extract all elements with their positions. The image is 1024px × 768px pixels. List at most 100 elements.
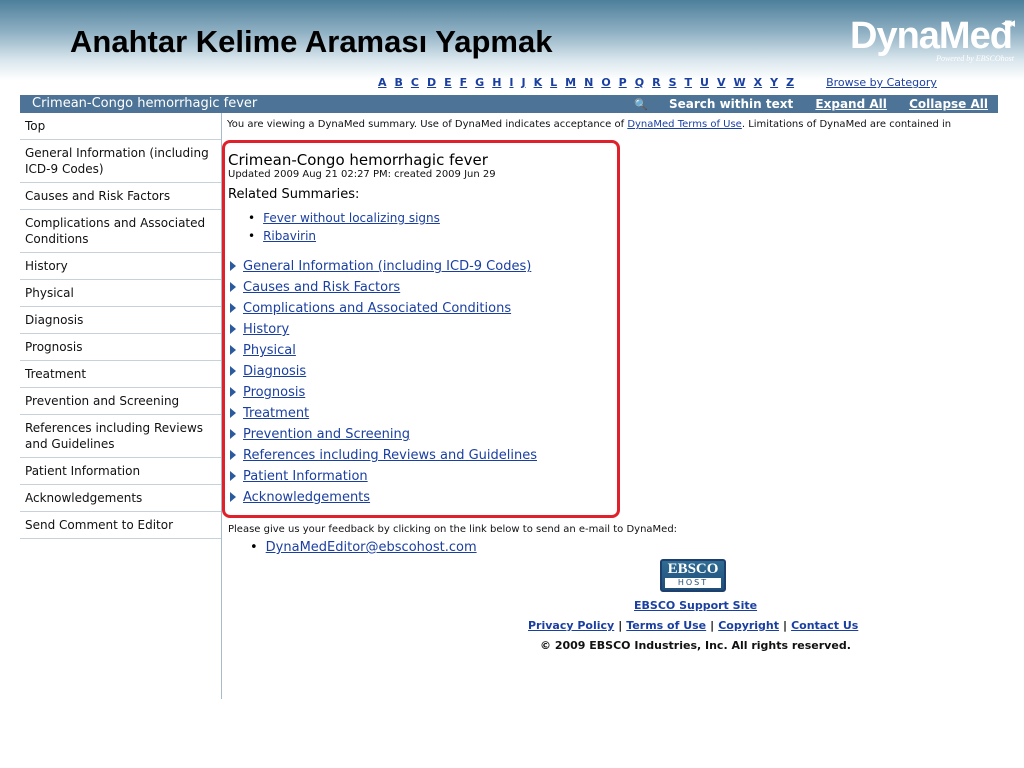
expand-arrow-icon[interactable] [230,303,236,313]
section-link-prevention[interactable]: Prevention and Screening [243,427,410,442]
section-item: Treatment [230,403,537,424]
expand-arrow-icon[interactable] [230,408,236,418]
privacy-policy-link[interactable]: Privacy Policy [528,619,614,632]
footer-separator: | [710,619,715,632]
sidebar-item-history[interactable]: History [20,253,221,280]
search-within-text-button[interactable]: 🔍 Search within text [616,97,793,111]
section-item: Prevention and Screening [230,424,537,445]
topic-title: Crimean-Congo hemorrhagic fever [32,96,258,111]
sidebar-item-top[interactable]: Top [20,113,221,140]
dynamed-logo: DynaMed ◂◂◂ Powered by EBSCOhost [850,16,1018,66]
alphabet-letter-x[interactable]: X [754,78,762,89]
alphabet-letter-v[interactable]: V [717,78,726,89]
sidebar-toc: Top General Information (including ICD-9… [20,113,222,699]
section-link-acknowledgements[interactable]: Acknowledgements [243,490,370,505]
magnifier-icon: 🔍 [634,98,648,111]
expand-arrow-icon[interactable] [230,324,236,334]
section-link-patient-information[interactable]: Patient Information [243,469,368,484]
alphabet-letter-r[interactable]: R [652,78,660,89]
alphabet-letter-t[interactable]: T [685,78,693,89]
related-link-fever[interactable]: Fever without localizing signs [263,211,440,225]
section-item: Prognosis [230,382,537,403]
collapse-all-link[interactable]: Collapse All [909,97,988,111]
section-link-diagnosis[interactable]: Diagnosis [243,364,306,379]
support-site: EBSCO Support Site [634,599,757,612]
section-link-history[interactable]: History [243,322,289,337]
alphabet-letter-k[interactable]: K [534,78,543,89]
contact-us-link[interactable]: Contact Us [791,619,858,632]
sidebar-item-general-information[interactable]: General Information (including ICD-9 Cod… [20,140,221,183]
sidebar-item-references[interactable]: References including Reviews and Guideli… [20,415,221,458]
alphabet-letter-h[interactable]: H [492,78,501,89]
expand-arrow-icon[interactable] [230,261,236,271]
alphabet-letter-p[interactable]: P [619,78,627,89]
host-logo-text: HOST [665,578,721,588]
alphabet-letter-e[interactable]: E [444,78,452,89]
sidebar-list: Top General Information (including ICD-9… [20,113,221,539]
alphabet-letter-q[interactable]: Q [635,78,644,89]
copyright-text: © 2009 EBSCO Industries, Inc. All rights… [540,639,851,652]
expand-arrow-icon[interactable] [230,492,236,502]
sidebar-item-causes[interactable]: Causes and Risk Factors [20,183,221,210]
alphabet-letter-c[interactable]: C [411,78,419,89]
alphabet-letter-l[interactable]: L [550,78,557,89]
alphabet-letter-s[interactable]: S [669,78,677,89]
related-summaries-list: Fever without localizing signs Ribavirin [248,209,440,245]
editor-email-link[interactable]: DynaMedEditor@ebscohost.com [266,540,477,555]
section-link-prognosis[interactable]: Prognosis [243,385,305,400]
alphabet-letter-f[interactable]: F [460,78,468,89]
sidebar-item-patient-information[interactable]: Patient Information [20,458,221,485]
footer-terms-link[interactable]: Terms of Use [626,619,706,632]
expand-arrow-icon[interactable] [230,345,236,355]
expand-arrow-icon[interactable] [230,282,236,292]
sidebar-item-prevention[interactable]: Prevention and Screening [20,388,221,415]
expand-all-link[interactable]: Expand All [815,97,886,111]
related-summaries-heading: Related Summaries: [228,187,360,202]
search-within-text-label: Search within text [668,97,794,111]
disclaimer-prefix: You are viewing a DynaMed summary. Use o… [227,119,628,130]
section-link-causes[interactable]: Causes and Risk Factors [243,280,400,295]
alphabet-letter-g[interactable]: G [475,78,484,89]
sidebar-item-complications[interactable]: Complications and Associated Conditions [20,210,221,253]
expand-arrow-icon[interactable] [230,366,236,376]
sidebar-item-send-comment[interactable]: Send Comment to Editor [20,512,221,539]
section-link-references[interactable]: References including Reviews and Guideli… [243,448,537,463]
expand-arrow-icon[interactable] [230,450,236,460]
section-link-treatment[interactable]: Treatment [243,406,309,421]
alphabet-letter-w[interactable]: W [733,78,745,89]
alphabet-letter-m[interactable]: M [565,78,576,89]
related-link-ribavirin[interactable]: Ribavirin [263,229,316,243]
alphabet-letter-b[interactable]: B [395,78,403,89]
sidebar-item-prognosis[interactable]: Prognosis [20,334,221,361]
related-item: Fever without localizing signs [248,209,440,227]
support-site-link[interactable]: EBSCO Support Site [634,599,757,612]
section-link-physical[interactable]: Physical [243,343,296,358]
footer-links: Privacy Policy | Terms of Use | Copyright | Co… [528,619,858,632]
copyright-link[interactable]: Copyright [718,619,779,632]
expand-arrow-icon[interactable] [230,429,236,439]
alphabet-letter-z[interactable]: Z [786,78,794,89]
section-link-general-information[interactable]: General Information (including ICD-9 Cod… [243,259,531,274]
alphabet-letter-u[interactable]: U [700,78,709,89]
terms-of-use-link[interactable]: DynaMed Terms of Use [627,119,742,130]
sidebar-item-treatment[interactable]: Treatment [20,361,221,388]
browse-by-category-link[interactable]: Browse by Category [826,78,937,89]
alphabet-letter-o[interactable]: O [601,78,610,89]
alphabet-letter-y[interactable]: Y [770,78,778,89]
sidebar-item-physical[interactable]: Physical [20,280,221,307]
sidebar-item-diagnosis[interactable]: Diagnosis [20,307,221,334]
alphabet-letter-a[interactable]: A [378,78,387,89]
slide-title: Anahtar Kelime Araması Yapmak [70,24,553,59]
expand-arrow-icon[interactable] [230,387,236,397]
feedback-text: Please give us your feedback by clicking… [228,524,678,535]
section-item: Patient Information [230,466,537,487]
section-link-complications[interactable]: Complications and Associated Conditions [243,301,511,316]
alphabet-letter-i[interactable]: I [509,78,513,89]
alphabet-letter-n[interactable]: N [584,78,593,89]
alphabet-letter-j[interactable]: J [522,78,526,89]
expand-arrow-icon[interactable] [230,471,236,481]
section-item: Acknowledgements [230,487,537,508]
alphabet-letter-d[interactable]: D [427,78,436,89]
title-bar-actions: 🔍 Search within text Expand All Collapse … [598,95,988,114]
sidebar-item-acknowledgements[interactable]: Acknowledgements [20,485,221,512]
